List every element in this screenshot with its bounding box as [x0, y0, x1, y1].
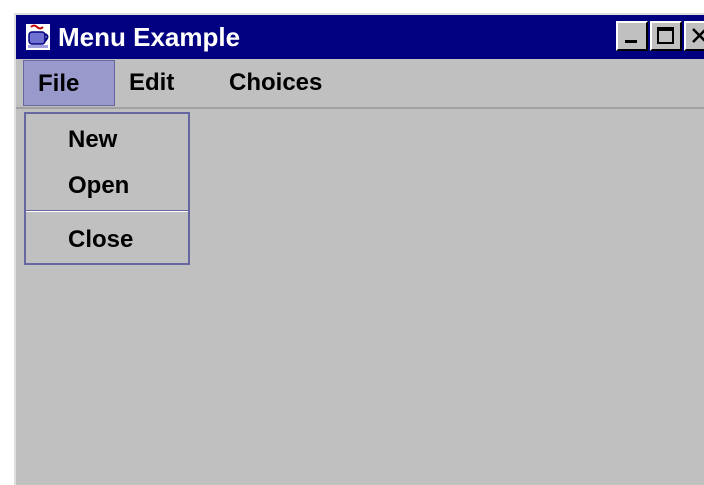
- window-title: Menu Example: [58, 21, 241, 52]
- java-coffee-cup-icon[interactable]: [22, 21, 54, 53]
- menu-item-new[interactable]: New: [26, 118, 188, 162]
- maximize-button[interactable]: [650, 21, 682, 51]
- menu-separator: [26, 210, 188, 212]
- close-icon: [692, 28, 704, 43]
- menu-bar: File Edit Choices: [16, 59, 704, 109]
- menu-item-open[interactable]: Open: [26, 164, 188, 208]
- minimize-button[interactable]: [616, 21, 648, 51]
- close-button[interactable]: [684, 21, 704, 51]
- menu-item-close[interactable]: Close: [26, 218, 188, 262]
- menu-edit[interactable]: Edit: [115, 60, 211, 106]
- menu-file[interactable]: File: [23, 60, 115, 106]
- maximize-icon: [657, 27, 674, 44]
- minimize-icon: [625, 40, 637, 43]
- window-controls: [616, 21, 704, 51]
- file-menu-dropdown: New Open Close: [24, 112, 190, 265]
- title-bar[interactable]: Menu Example: [16, 15, 704, 59]
- menu-choices[interactable]: Choices: [211, 60, 336, 106]
- app-window: Menu Example File Edit Choices New Open …: [14, 13, 704, 485]
